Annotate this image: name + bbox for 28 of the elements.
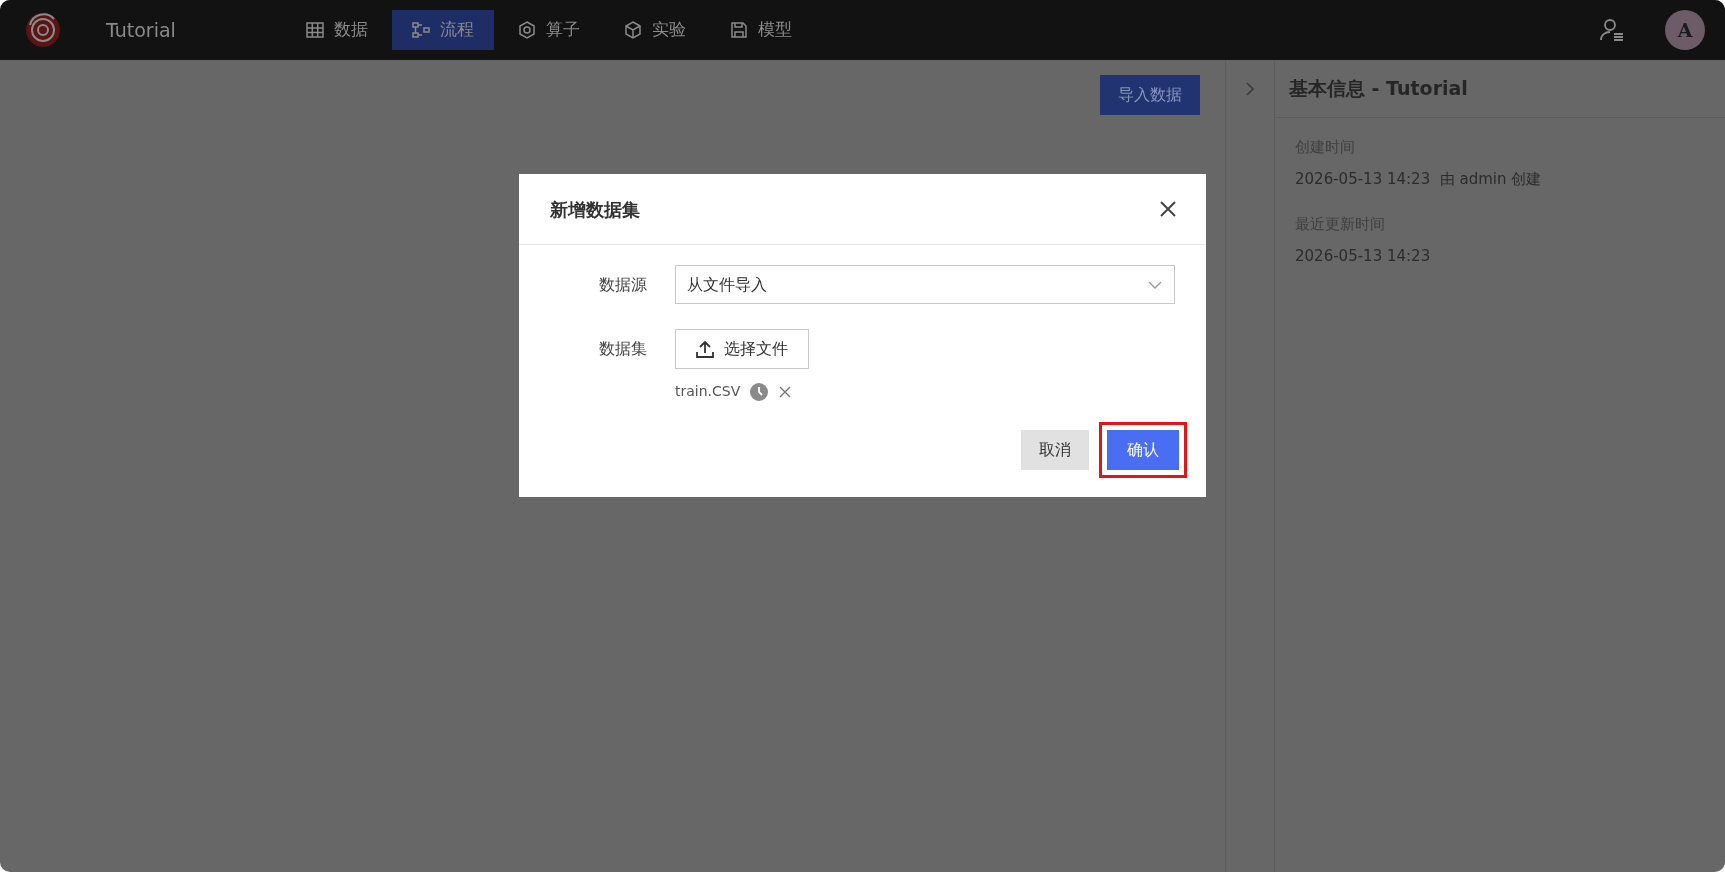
- nav-tab[interactable]: 实验: [603, 10, 706, 50]
- import-data-button[interactable]: 导入数据: [1100, 75, 1200, 115]
- confirm-button[interactable]: 确认: [1107, 430, 1179, 470]
- nav-tab[interactable]: 算子: [497, 10, 600, 50]
- cancel-button[interactable]: 取消: [1021, 430, 1089, 470]
- field-label: 数据源: [598, 273, 648, 296]
- choose-file-button[interactable]: 选择文件: [675, 329, 809, 369]
- close-icon[interactable]: [1158, 199, 1178, 219]
- grid-icon: [305, 21, 324, 39]
- file-name: train.CSV: [675, 382, 741, 401]
- flowchart-icon: [411, 21, 430, 39]
- nav-tab[interactable]: 数据: [285, 10, 388, 50]
- panel-title: 基本信息 - Tutorial: [1275, 60, 1725, 118]
- info-value: 2026-05-13 14:23 由 admin 创建: [1295, 169, 1543, 190]
- dialog-title: 新增数据集: [550, 197, 640, 222]
- app-title: Tutorial: [106, 17, 176, 43]
- field-label: 数据集: [598, 338, 648, 360]
- upload-icon: [696, 340, 714, 358]
- logo-icon: [24, 11, 62, 49]
- cube-icon: [623, 21, 642, 39]
- clock-icon: [750, 382, 769, 401]
- remove-file-icon[interactable]: [778, 384, 793, 399]
- source-select[interactable]: 从文件导入: [675, 265, 1175, 304]
- hexagon-icon: [517, 21, 536, 39]
- nav-tab[interactable]: 流程: [391, 10, 494, 50]
- nav-tab[interactable]: 模型: [709, 10, 812, 50]
- user-settings-icon[interactable]: [1599, 17, 1625, 43]
- info-value: 2026-05-13 14:23: [1295, 246, 1432, 267]
